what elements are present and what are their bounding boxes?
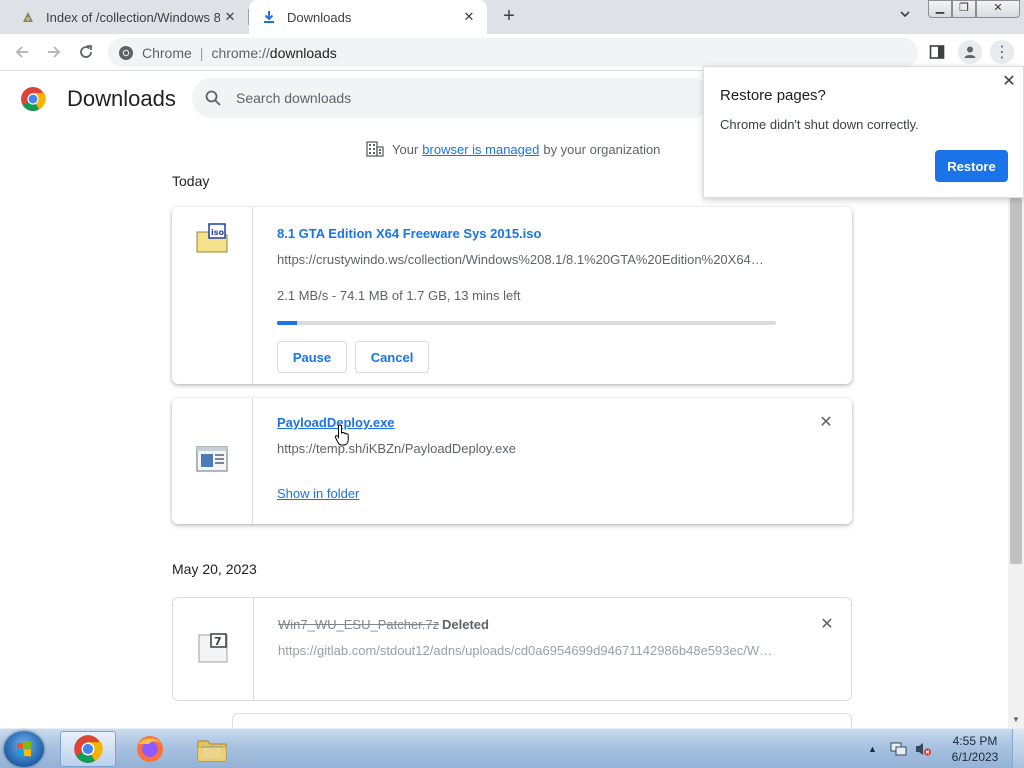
taskbar-firefox[interactable]: [122, 731, 178, 767]
download-status: 2.1 MB/s - 74.1 MB of 1.7 GB, 13 mins le…: [277, 288, 521, 303]
file-url: https://temp.sh/iKBZn/PayloadDeploy.exe: [277, 441, 516, 456]
iso-file-icon: iso: [195, 222, 229, 256]
start-button[interactable]: [4, 731, 44, 767]
page-title: Downloads: [67, 86, 176, 111]
windows-taskbar: ▲ 4:55 PM 6/1/2023: [0, 728, 1024, 768]
address-bar[interactable]: Chrome | chrome://downloads: [108, 38, 1015, 67]
windows-flag-icon: [17, 741, 31, 757]
close-window-button[interactable]: ✕: [976, 0, 1020, 18]
taskbar-explorer[interactable]: [184, 731, 240, 767]
tab-close-icon[interactable]: ✕: [459, 7, 479, 27]
chrome-logo-icon: [20, 86, 46, 112]
remove-item-close-icon[interactable]: ✕: [818, 616, 836, 634]
download-item: iso 8.1 GTA Edition X64 Freeware Sys 201…: [172, 207, 852, 384]
side-panel-icon[interactable]: [929, 44, 945, 60]
volume-muted-icon[interactable]: [914, 729, 932, 768]
maximize-button[interactable]: ❐: [952, 0, 976, 18]
file-url: https://crustywindo.ws/collection/Window…: [277, 252, 774, 267]
svg-text:7: 7: [214, 635, 222, 648]
chrome-icon: [118, 45, 134, 61]
deleted-tag: Deleted: [442, 617, 489, 632]
date-header-may: May 20, 2023: [172, 561, 257, 577]
7z-file-icon: 7: [196, 631, 230, 665]
file-name-deleted: Win7_WU_ESU_Patcher.7z: [278, 617, 440, 632]
show-desktop-button[interactable]: [1012, 729, 1024, 768]
omnibox-url: chrome://downloads: [211, 45, 336, 61]
omnibox-separator: |: [199, 44, 204, 61]
search-icon: [204, 89, 222, 107]
restore-button[interactable]: Restore: [935, 150, 1008, 182]
scroll-thumb[interactable]: [1010, 198, 1022, 564]
tab-title: Downloads: [287, 9, 352, 25]
firefox-icon: [137, 736, 163, 762]
building-icon: [366, 141, 384, 157]
show-hidden-icons-icon[interactable]: ▲: [868, 729, 877, 768]
file-url: https://gitlab.com/stdout12/adns/uploads…: [278, 643, 775, 658]
clock-time: 4:55 PM: [952, 734, 998, 748]
reload-icon[interactable]: [74, 40, 98, 64]
show-in-folder-link[interactable]: Show in folder: [277, 486, 359, 501]
restore-pages-dialog: Restore pages? Chrome didn't shut down c…: [703, 66, 1024, 198]
date-header-today: Today: [172, 173, 210, 189]
managed-suffix: by your organization: [543, 141, 661, 157]
pause-button[interactable]: Pause: [277, 341, 347, 373]
exe-file-icon: [195, 444, 229, 478]
dialog-message: Chrome didn't shut down correctly.: [720, 117, 919, 132]
clock-date: 6/1/2023: [951, 750, 999, 764]
network-icon[interactable]: [890, 729, 908, 768]
hand-pointer-cursor-icon: [334, 424, 352, 446]
scroll-down-arrow-icon[interactable]: ▼: [1008, 712, 1024, 728]
tab-index-collection[interactable]: Index of /collection/Windows 8.1 ✕: [8, 0, 248, 34]
download-item: PayloadDeploy.exe https://temp.sh/iKBZn/…: [172, 398, 852, 524]
download-icon: [261, 9, 277, 25]
profile-avatar-icon[interactable]: [958, 40, 982, 64]
managed-notice: Your browser is managed by your organiza…: [366, 140, 660, 158]
tab-strip: Index of /collection/Windows 8.1 ✕ Downl…: [0, 0, 1024, 34]
url-host: downloads: [269, 44, 337, 61]
tab-close-icon[interactable]: ✕: [220, 7, 240, 27]
chrome-icon: [74, 735, 103, 763]
tab-title: Index of /collection/Windows 8.1: [46, 9, 220, 25]
file-name[interactable]: 8.1 GTA Edition X64 Freeware Sys 2015.is…: [277, 226, 541, 241]
managed-link[interactable]: browser is managed: [422, 142, 539, 157]
url-scheme: chrome://: [211, 44, 270, 61]
omnibox-chip: Chrome: [142, 44, 192, 61]
tab-search-chevron-icon[interactable]: [895, 8, 915, 28]
download-item: 7 Win7_WU_ESU_Patcher.7z Deleted https:/…: [172, 597, 852, 701]
tab-downloads[interactable]: Downloads ✕: [249, 0, 487, 34]
system-clock[interactable]: 4:55 PM 6/1/2023: [940, 733, 1010, 765]
dialog-title: Restore pages?: [720, 87, 826, 104]
dialog-close-icon[interactable]: ✕: [1000, 73, 1018, 91]
page-favicon-icon: [20, 9, 36, 25]
search-bar[interactable]: [192, 78, 712, 118]
managed-prefix: Your: [392, 141, 419, 157]
search-input[interactable]: [236, 86, 696, 110]
kebab-menu-icon[interactable]: ⋮: [990, 40, 1014, 64]
remove-item-close-icon[interactable]: ✕: [817, 414, 835, 432]
back-arrow-icon[interactable]: [10, 40, 34, 64]
svg-text:iso: iso: [211, 228, 225, 237]
forward-arrow-icon[interactable]: [42, 40, 66, 64]
cancel-button[interactable]: Cancel: [355, 341, 429, 373]
folder-icon: [197, 740, 227, 762]
taskbar-chrome[interactable]: [60, 731, 116, 767]
progress-fill: [277, 321, 297, 325]
minimize-button[interactable]: ▁: [928, 0, 952, 18]
new-tab-button[interactable]: +: [497, 5, 521, 29]
download-progress-bar: [277, 321, 776, 325]
download-item-partial: [232, 713, 852, 728]
